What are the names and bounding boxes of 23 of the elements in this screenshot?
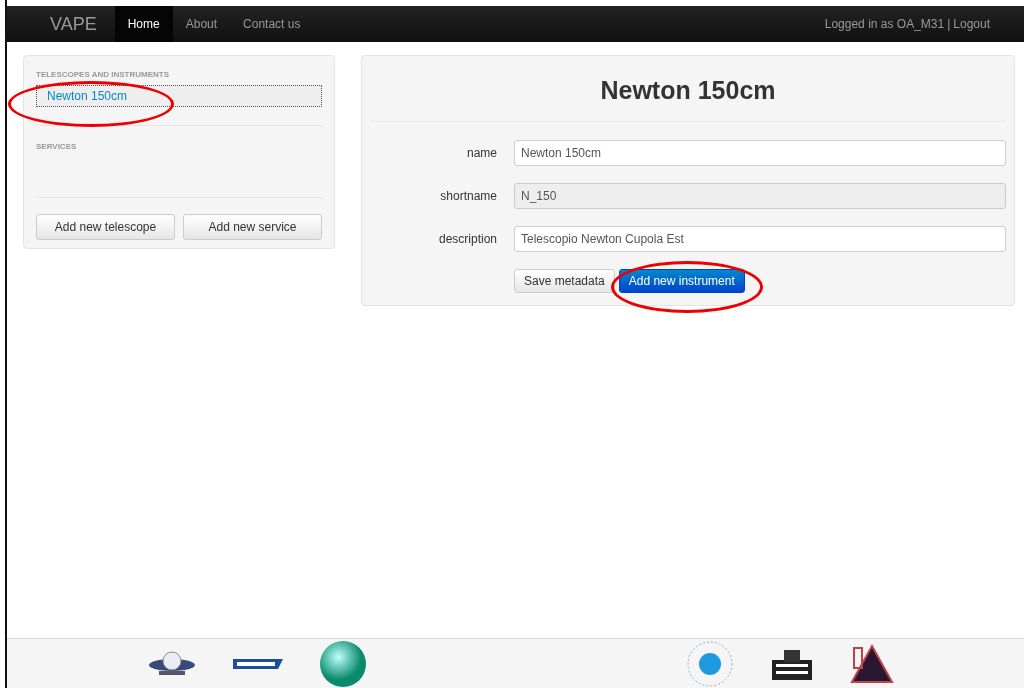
banner-logo-icon [233,656,283,671]
sidebar-item[interactable]: Newton 150cm [36,85,322,107]
add-button[interactable]: Add new telescope [36,214,175,240]
form-button[interactable]: Add new instrument [618,269,745,293]
form-button[interactable]: Save metadata [514,269,615,293]
nav-link[interactable]: Contact us [230,6,314,42]
section-heading: SERVICES [36,142,78,151]
text-field[interactable]: Newton 150cm [514,140,1006,166]
field-label: description [437,232,497,246]
text-field[interactable]: Telescopio Newton Cupola Est [514,226,1006,252]
add-button[interactable]: Add new service [183,214,322,240]
field-label: name [465,146,497,160]
page-title: Newton 150cm [599,76,777,105]
separator: | [947,17,951,31]
nav-link[interactable]: Home [114,6,173,42]
login-status: Logged in as OA_M31 [824,17,945,31]
logout-link[interactable]: Logout [953,17,990,31]
sphere-logo-icon [319,639,367,688]
nav-link[interactable]: About [172,6,231,42]
brand-link[interactable]: VAPE [50,13,97,35]
circle-logo-icon [686,639,734,688]
section-heading: TELESCOPES AND INSTRUMENTS [36,70,171,79]
field-label: shortname [439,189,497,203]
